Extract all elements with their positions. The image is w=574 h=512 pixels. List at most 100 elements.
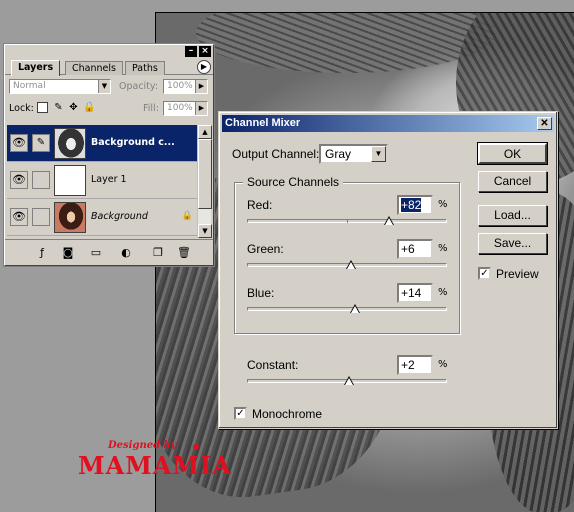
ok-button[interactable]: OK <box>477 142 548 165</box>
chevron-right-icon: ▶ <box>195 80 207 93</box>
link-box[interactable] <box>32 171 50 189</box>
preview-checkbox[interactable]: ✓ <box>478 267 491 280</box>
layer-row[interactable]: 👁 Background 🔒 <box>7 199 201 236</box>
tab-layers[interactable]: Layers <box>11 60 61 76</box>
blue-slider[interactable] <box>247 304 447 313</box>
palette-bottom-bar: ƒ ◙ ▭ ◐ ❐ 🗑 <box>5 239 213 265</box>
palette-tabs: Layers Channels Paths ▶ <box>5 59 213 76</box>
channel-mixer-dialog: Channel Mixer ✕ Output Channel: Gray ▼ S… <box>218 111 558 429</box>
opacity-field[interactable]: 100% ▶ <box>163 79 208 94</box>
minimize-icon[interactable]: – <box>185 46 197 57</box>
save-button[interactable]: Save... <box>478 233 547 254</box>
designer-logo: Designed by MAMAMIA <box>78 440 238 482</box>
blue-label: Blue: <box>247 286 275 300</box>
constant-slider[interactable] <box>247 376 447 385</box>
red-value: +82 <box>401 198 422 212</box>
monochrome-checkbox[interactable]: ✓ <box>234 407 247 420</box>
chevron-down-icon[interactable]: ▼ <box>371 146 386 162</box>
blend-mode-select[interactable]: Normal ▼ <box>9 79 111 94</box>
monochrome-label: Monochrome <box>252 407 323 421</box>
palette-titlebar[interactable]: – × <box>5 45 213 59</box>
red-input[interactable]: +82 <box>397 195 433 215</box>
green-label: Green: <box>247 242 284 256</box>
layer-thumbnail <box>54 128 86 159</box>
tab-paths[interactable]: Paths <box>125 61 165 75</box>
lock-icon[interactable]: 🔒 <box>83 102 95 113</box>
fill-value: 100% <box>167 103 193 113</box>
link-box[interactable] <box>32 208 50 226</box>
fill-label: Fill: <box>143 103 159 114</box>
eye-icon[interactable]: 👁 <box>10 171 28 189</box>
layers-scrollbar[interactable]: ▲ ▼ <box>197 125 212 238</box>
hair-region <box>196 13 496 73</box>
output-channel-label: Output Channel: <box>232 147 320 161</box>
red-slider[interactable] <box>247 216 447 225</box>
constant-label: Constant: <box>247 358 299 372</box>
layer-name: Background c... <box>91 137 175 148</box>
percent-label: % <box>438 243 448 254</box>
layer-name: Layer 1 <box>91 174 127 185</box>
brush-icon[interactable]: ✎ <box>53 102 64 113</box>
layer-row[interactable]: 👁 ✎ Background c... <box>7 125 201 162</box>
layers-palette: – × Layers Channels Paths ▶ Normal ▼ Opa… <box>4 44 214 266</box>
fill-field[interactable]: 100% ▶ <box>163 101 208 116</box>
dialog-titlebar[interactable]: Channel Mixer ✕ <box>222 115 554 132</box>
percent-label: % <box>438 287 448 298</box>
layer-mask-icon[interactable]: ◙ <box>61 246 75 260</box>
chevron-right-icon: ▶ <box>195 102 207 115</box>
percent-label: % <box>438 359 448 370</box>
palette-menu-icon[interactable]: ▶ <box>197 60 211 74</box>
scroll-up-icon[interactable]: ▲ <box>198 125 212 139</box>
blue-input[interactable]: +14 <box>397 283 433 303</box>
green-slider[interactable] <box>247 260 447 269</box>
opacity-label: Opacity: <box>119 81 159 92</box>
lock-transparency-icon[interactable] <box>37 102 48 113</box>
source-channels-label: Source Channels <box>243 175 344 189</box>
output-channel-value: Gray <box>325 147 352 161</box>
blend-mode-value: Normal <box>13 81 46 91</box>
layer-style-icon[interactable]: ƒ <box>35 246 49 260</box>
layer-list: 👁 ✎ Background c... 👁 Layer 1 👁 Backgrou… <box>7 125 201 238</box>
trash-icon[interactable]: 🗑 <box>177 246 191 260</box>
tab-channels[interactable]: Channels <box>65 61 123 75</box>
green-value: +6 <box>401 242 415 256</box>
lock-label: Lock: <box>9 103 34 114</box>
green-input[interactable]: +6 <box>397 239 433 259</box>
close-icon[interactable]: × <box>199 46 211 57</box>
layer-row[interactable]: 👁 Layer 1 <box>7 162 201 199</box>
logo-line2: MAMAMIA <box>78 451 232 480</box>
chevron-down-icon: ▼ <box>98 80 110 93</box>
layer-thumbnail <box>54 202 86 233</box>
brush-icon[interactable]: ✎ <box>32 134 50 152</box>
output-channel-select[interactable]: Gray ▼ <box>319 144 388 164</box>
percent-label: % <box>438 199 448 210</box>
logo-line1: Designed by <box>108 440 177 451</box>
logo-dot <box>193 444 199 450</box>
new-group-icon[interactable]: ▭ <box>89 246 103 260</box>
center-tick <box>347 219 348 223</box>
layer-thumbnail <box>54 165 86 196</box>
scroll-down-icon[interactable]: ▼ <box>198 224 212 238</box>
red-label: Red: <box>247 198 273 212</box>
blue-slider-knob[interactable] <box>350 304 360 313</box>
move-icon[interactable]: ✥ <box>68 102 79 113</box>
red-slider-knob[interactable] <box>384 216 394 225</box>
opacity-value: 100% <box>167 81 193 91</box>
eye-icon[interactable]: 👁 <box>10 208 28 226</box>
scroll-thumb[interactable] <box>198 139 212 209</box>
preview-label: Preview <box>496 267 539 281</box>
close-icon[interactable]: ✕ <box>537 117 552 130</box>
constant-input[interactable]: +2 <box>397 355 433 375</box>
lock-icon: 🔒 <box>181 211 193 221</box>
blue-value: +14 <box>401 286 422 300</box>
dialog-title: Channel Mixer <box>225 117 301 129</box>
load-button[interactable]: Load... <box>478 205 547 226</box>
green-slider-knob[interactable] <box>346 260 356 269</box>
eye-icon[interactable]: 👁 <box>10 134 28 152</box>
new-layer-icon[interactable]: ❐ <box>151 246 165 260</box>
adjustment-layer-icon[interactable]: ◐ <box>119 246 133 260</box>
constant-slider-knob[interactable] <box>344 376 354 385</box>
layer-name: Background <box>91 211 148 222</box>
constant-value: +2 <box>401 358 415 372</box>
cancel-button[interactable]: Cancel <box>478 171 547 192</box>
